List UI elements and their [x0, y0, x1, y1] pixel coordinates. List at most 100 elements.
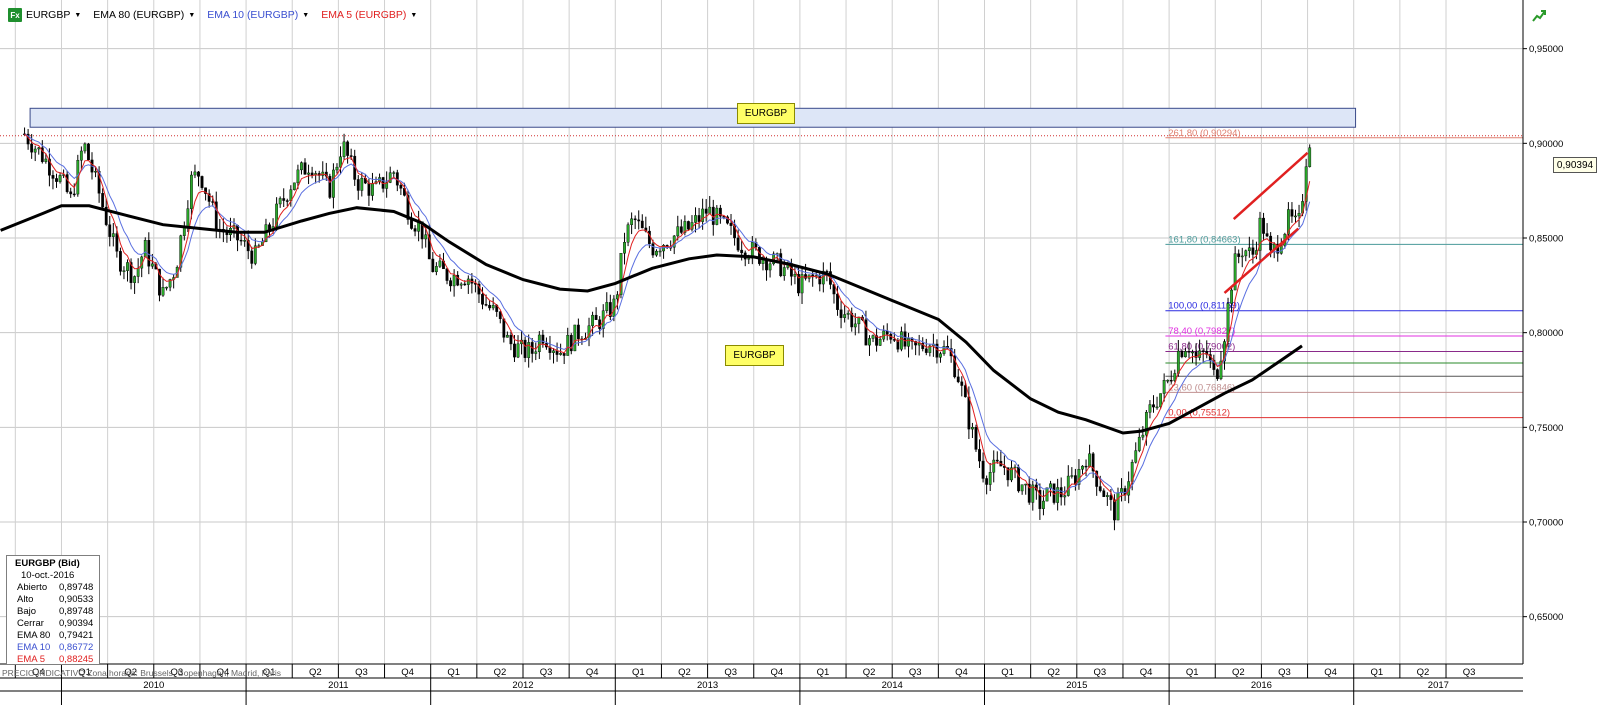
candle-body [1201, 350, 1205, 352]
candle-body [165, 286, 168, 289]
candle-body [466, 278, 470, 285]
candle-body [410, 219, 413, 229]
candle-body [349, 155, 353, 157]
candle-body [481, 293, 484, 305]
quarter-label: Q1 [1186, 667, 1199, 678]
candle-body [303, 162, 307, 175]
candle-body [1290, 209, 1294, 217]
current-price-tag: 0,90394 [1553, 157, 1597, 173]
candle-body [190, 174, 193, 209]
candle-body [1237, 253, 1241, 257]
quarter-label: Q3 [355, 667, 368, 678]
candle-body [1020, 484, 1024, 492]
dropdown-arrow-icon[interactable]: ▼ [188, 12, 195, 19]
year-label: 2011 [328, 680, 348, 691]
indicator-ema5[interactable]: EMA 5 (EURGBP) ▼ [321, 9, 417, 21]
candle-body [1247, 247, 1251, 251]
candle-body [655, 250, 658, 256]
candle-body [72, 193, 76, 196]
year-label: 2016 [1251, 680, 1272, 691]
candle-body [679, 226, 683, 233]
quarter-label: Q3 [909, 667, 922, 678]
fibonacci-levels: 261,80 (0,90294)161,80 (0,84663)100,00 (… [1165, 128, 1523, 419]
candle-body [1098, 486, 1102, 491]
candle-body [37, 147, 41, 150]
candle-body [1191, 351, 1194, 354]
price-chart[interactable]: 261,80 (0,90294)161,80 (0,84663)100,00 (… [0, 0, 1600, 705]
candle-body [516, 343, 520, 358]
info-row: Abierto 0,89748 [7, 582, 99, 594]
indicator-ema80[interactable]: EMA 80 (EURGBP) ▼ [93, 9, 195, 21]
candle-body [1240, 255, 1244, 258]
trend-up-icon[interactable] [1531, 8, 1547, 24]
candle-body [878, 338, 882, 346]
candle-body [594, 314, 598, 320]
quarter-label: Q2 [309, 667, 322, 678]
candle-body [307, 172, 310, 175]
candle-body [1162, 379, 1166, 394]
candle-body [740, 249, 744, 254]
quarter-label: Q1 [1370, 667, 1383, 678]
candle-body [356, 179, 360, 191]
quarter-label: Q1 [632, 667, 645, 678]
chart-label-box[interactable]: EURGBP [725, 345, 784, 366]
info-title: EURGBP (Bid) [15, 558, 80, 569]
candle-body [868, 338, 871, 346]
candle-body [534, 351, 538, 354]
candle-body [33, 148, 37, 153]
chart-toolbar: Fx EURGBP ▼ EMA 80 (EURGBP) ▼ EMA 10 (EU… [8, 7, 429, 23]
candle-body [101, 193, 105, 208]
candle-body [509, 334, 513, 345]
candle-body [1017, 466, 1020, 492]
candle-body [282, 198, 286, 201]
candle-body [1148, 404, 1152, 413]
candle-body [1105, 495, 1109, 497]
quarter-label: Q1 [817, 667, 830, 678]
candle-body [1109, 495, 1113, 500]
candle-body [676, 226, 680, 237]
info-key: EMA 80 [17, 630, 51, 641]
symbol-label: EURGBP [26, 9, 71, 21]
quarter-label: Q3 [1463, 667, 1476, 678]
info-key: Cerrar [17, 618, 44, 629]
y-tick-label: 0,70000 [1529, 517, 1563, 528]
quarter-label: Q4 [586, 667, 599, 678]
y-tick-label: 0,75000 [1529, 423, 1563, 434]
candle-body [630, 218, 634, 225]
symbol-selector[interactable]: EURGBP ▼ [26, 9, 81, 21]
candle-body [591, 314, 594, 326]
candle-body [729, 222, 733, 226]
candle-body [367, 182, 371, 196]
dropdown-arrow-icon[interactable]: ▼ [74, 12, 81, 19]
candle-body [310, 172, 314, 176]
candle-body [1308, 147, 1312, 167]
candle-body [1081, 465, 1084, 470]
candle-body [513, 343, 516, 358]
candle-body [573, 324, 577, 352]
candle-body [79, 150, 83, 161]
candle-body [44, 158, 48, 162]
candle-body [793, 274, 797, 277]
candle-body [995, 459, 999, 462]
dropdown-arrow-icon[interactable]: ▼ [410, 12, 417, 19]
fib-level-label: 0,00 (0,75512) [1168, 408, 1230, 419]
quarter-label: Q2 [1417, 667, 1430, 678]
candle-body [449, 280, 452, 287]
fx-icon[interactable]: Fx [8, 8, 22, 22]
candle-body [434, 266, 438, 273]
candle-body [122, 270, 126, 272]
indicator-ema10[interactable]: EMA 10 (EURGBP) ▼ [207, 9, 309, 21]
fib-level-label: 161,80 (0,84663) [1168, 234, 1240, 245]
year-label: 2012 [512, 680, 533, 691]
candle-body [640, 220, 644, 229]
chart-label-box[interactable]: EURGBP [737, 103, 795, 124]
candle-body [992, 459, 996, 473]
candle-body [1116, 492, 1120, 521]
candle-body [335, 166, 339, 171]
dropdown-arrow-icon[interactable]: ▼ [302, 12, 309, 19]
info-row: EMA 5 0,88245 [7, 654, 99, 666]
candle-body [488, 304, 492, 309]
candle-body [1294, 215, 1297, 218]
candle-body [1102, 490, 1106, 497]
candle-body [108, 224, 112, 237]
